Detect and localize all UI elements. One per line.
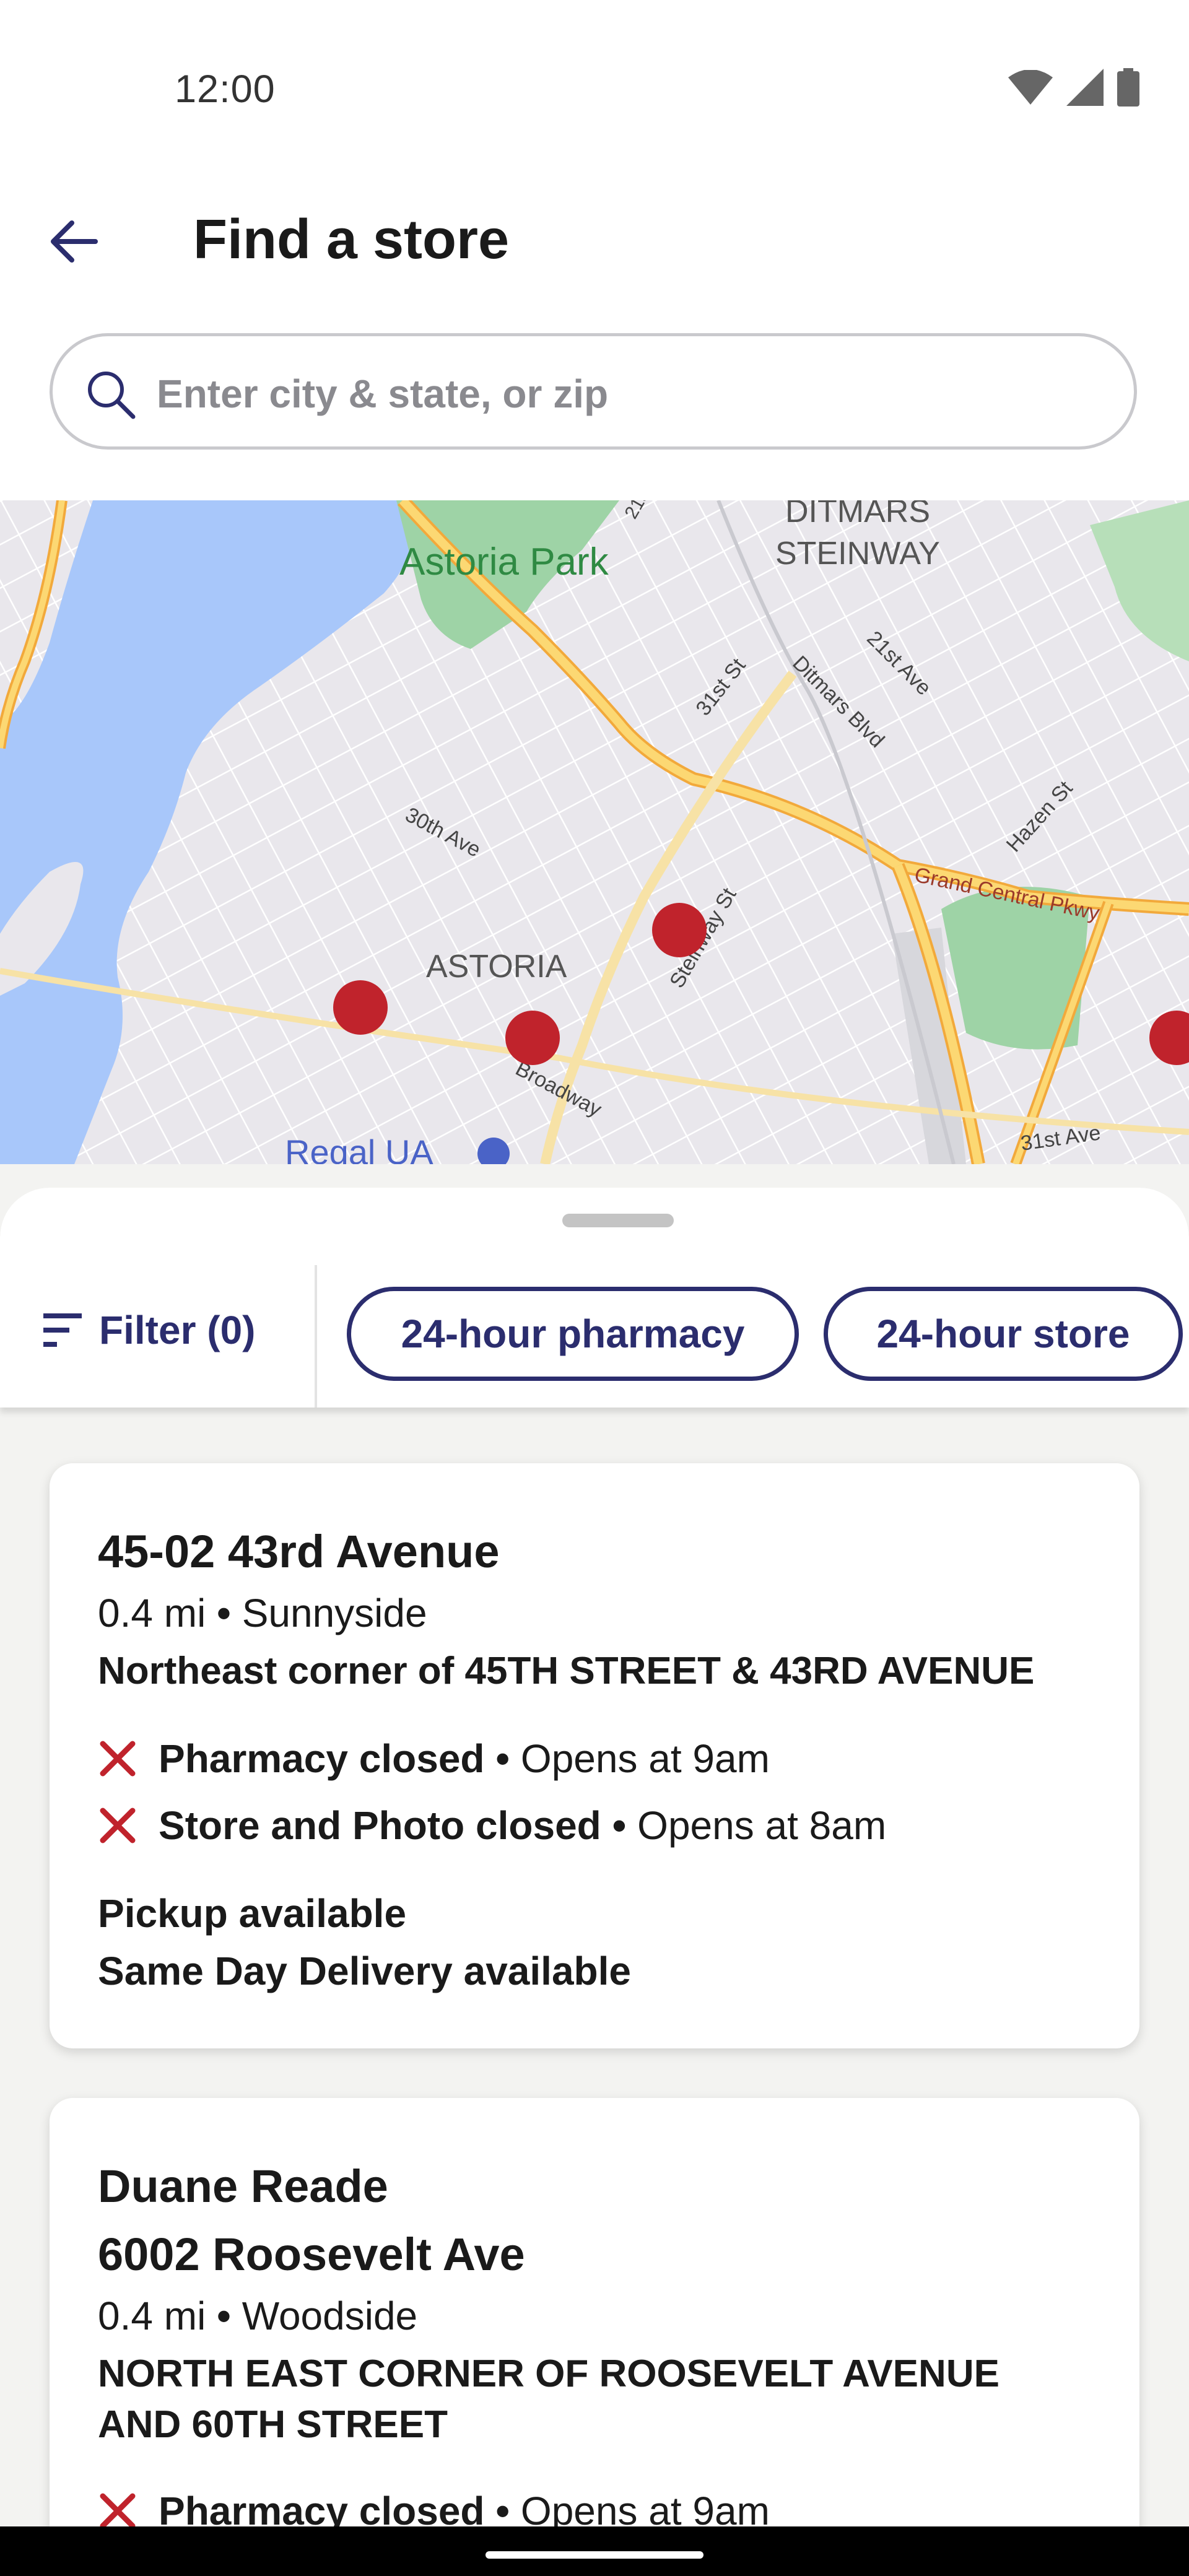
pharmacy-status: Pharmacy closed • Opens at 9am [98, 1736, 770, 1782]
status-label: Store and Photo closed [159, 1803, 601, 1848]
status-label: Pharmacy closed [159, 1736, 485, 1781]
system-nav-bar [0, 2526, 1189, 2576]
status-detail: Opens at 8am [637, 1803, 887, 1848]
store-card[interactable]: Duane Reade 6002 Roosevelt Ave 0.4 mi • Wo… [50, 2098, 1139, 2576]
find-a-store-screen: 12:00 Find a store Enter city & state, o… [0, 0, 1189, 2576]
store-pin[interactable] [333, 980, 388, 1035]
store-address: 6002 Roosevelt Ave [98, 2229, 525, 2280]
filter-button[interactable]: Filter (0) [43, 1296, 255, 1364]
wifi-icon [1008, 70, 1053, 105]
store-photo-status: Store and Photo closed • Opens at 8am [98, 1803, 886, 1848]
home-indicator[interactable] [486, 2551, 703, 2559]
store-distance-line: 0.4 mi • Woodside [98, 2293, 417, 2339]
closed-x-icon [100, 1808, 136, 1843]
store-card[interactable]: 45-02 43rd Avenue 0.4 mi • Sunnyside North… [50, 1463, 1139, 2048]
separator-dot: • [495, 1736, 510, 1781]
closed-x-icon [100, 2493, 136, 2529]
map-label-regal-ua: Regal UA [285, 1133, 433, 1164]
service-pickup: Pickup available [98, 1891, 407, 1936]
map-label-astoria: ASTORIA [426, 949, 567, 985]
store-brand: Duane Reade [98, 2160, 388, 2212]
map-label-steinway: STEINWAY [775, 536, 940, 572]
app-header: Find a store [0, 149, 1189, 334]
store-distance: 0.4 mi [98, 1591, 206, 1635]
status-bar: 12:00 [0, 0, 1189, 149]
filter-divider [315, 1265, 317, 1408]
sheet-drag-handle[interactable] [562, 1214, 674, 1227]
search-placeholder: Enter city & state, or zip [157, 372, 609, 416]
store-neighborhood: Woodside [242, 2294, 418, 2338]
sheet-header: Filter (0) 24-hour pharmacy 24-hour stor… [0, 1188, 1189, 1408]
filter-label: Filter (0) [99, 1308, 256, 1352]
search-input[interactable]: Enter city & state, or zip [50, 333, 1137, 450]
service-same-day-delivery: Same Day Delivery available [98, 1949, 631, 1993]
battery-icon [1117, 68, 1139, 107]
store-map[interactable]: Astoria Park DITMARS STEINWAY ASTORIA 31… [0, 500, 1189, 1164]
store-cross-streets: Northeast corner of 45TH STREET & 43RD A… [98, 1650, 1035, 1692]
search-icon [88, 372, 136, 419]
search-section: Enter city & state, or zip [0, 310, 1189, 500]
map-label-astoria-park: Astoria Park [399, 541, 609, 583]
separator-dot: • [217, 1591, 231, 1635]
separator-dot: • [612, 1803, 627, 1848]
back-arrow-icon [51, 220, 98, 263]
store-pin[interactable] [505, 1011, 560, 1065]
filter-lines-icon [43, 1313, 82, 1347]
closed-x-icon [100, 1741, 136, 1777]
store-cross-streets-line1: NORTH EAST CORNER OF ROOSEVELT AVENUE [98, 2352, 1000, 2395]
back-button[interactable] [36, 204, 110, 279]
page-title: Find a store [193, 209, 510, 271]
chip-24-hour-store[interactable]: 24-hour store [824, 1287, 1183, 1381]
store-pin[interactable] [652, 903, 707, 957]
store-cross-streets-line2: AND 60TH STREET [98, 2403, 448, 2446]
status-detail: Opens at 9am [520, 1736, 770, 1781]
store-list-sheet: Filter (0) 24-hour pharmacy 24-hour stor… [0, 1188, 1189, 2576]
map-canvas[interactable]: Astoria Park DITMARS STEINWAY ASTORIA 31… [0, 500, 1189, 1164]
store-address: 45-02 43rd Avenue [98, 1526, 500, 1577]
separator-dot: • [217, 2294, 231, 2338]
status-icons [1008, 68, 1139, 107]
status-time: 12:00 [175, 67, 276, 111]
map-label-ditmars: DITMARS [785, 500, 930, 529]
store-neighborhood: Sunnyside [242, 1591, 427, 1635]
store-distance-line: 0.4 mi • Sunnyside [98, 1590, 427, 1636]
cellular-signal-icon [1066, 69, 1104, 106]
chip-24-hour-pharmacy[interactable]: 24-hour pharmacy [347, 1287, 799, 1381]
store-distance: 0.4 mi [98, 2294, 206, 2338]
